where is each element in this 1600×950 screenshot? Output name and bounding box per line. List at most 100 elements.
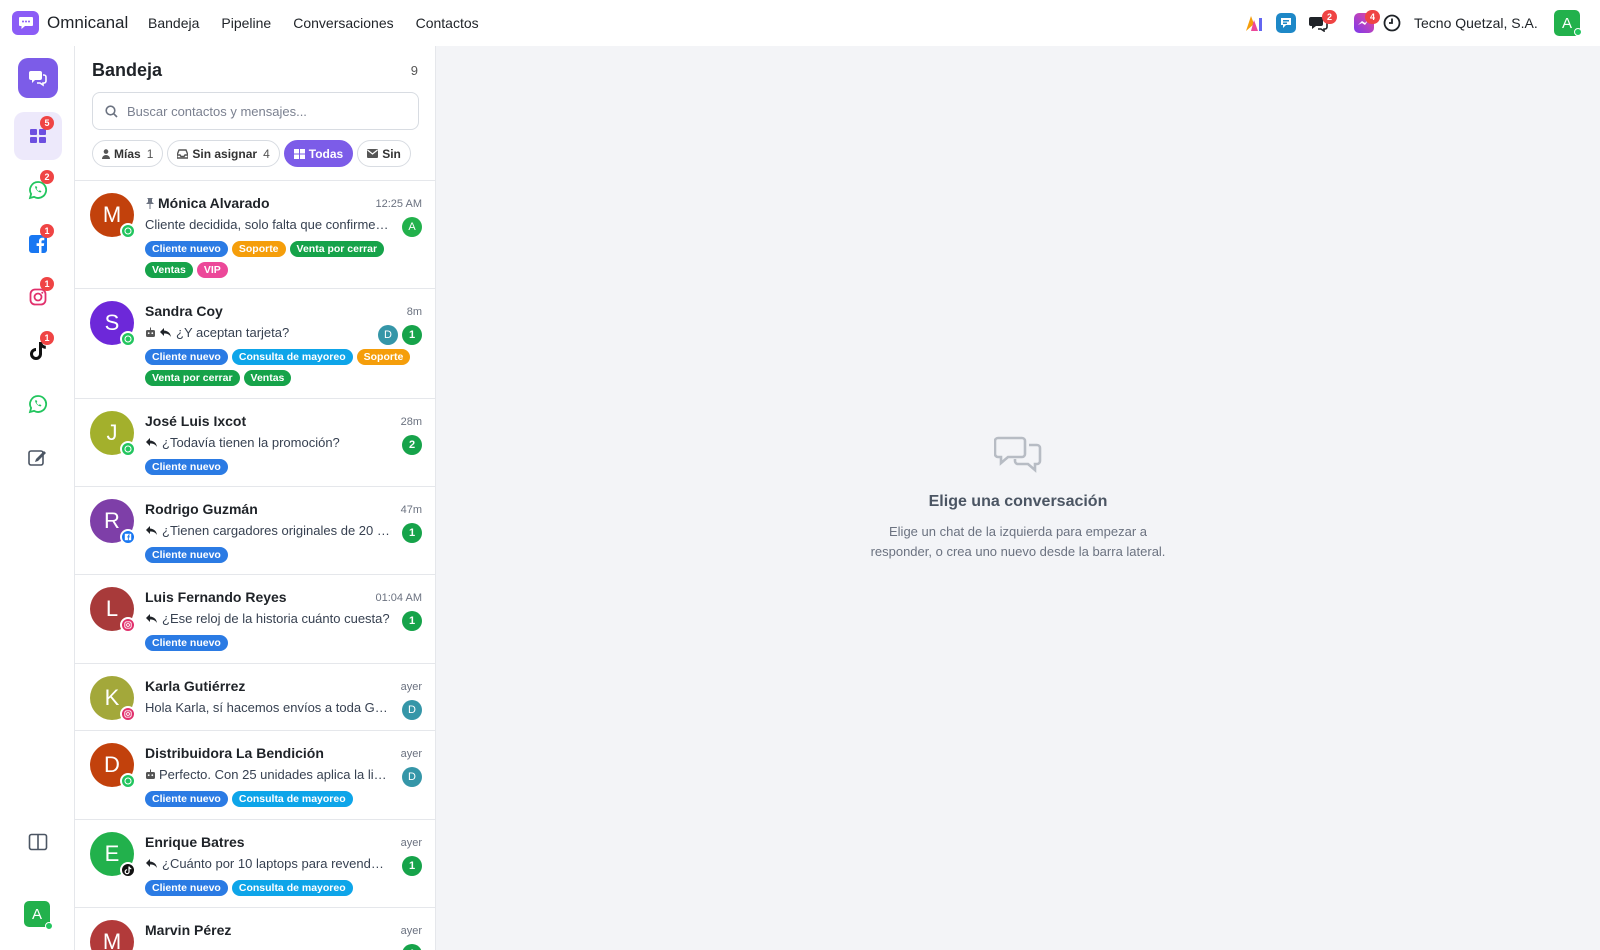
tag: Consulta de mayoreo bbox=[231, 349, 353, 365]
conversation-row[interactable]: L Luis Fernando Reyes 01:04 AM ¿Ese reloj d… bbox=[75, 575, 435, 664]
inbox-panel: Bandeja 9 Mías 1 Sin asignar 4 Todas Sin… bbox=[75, 46, 436, 950]
nav-conversaciones[interactable]: Conversaciones bbox=[293, 15, 393, 31]
rail-instagram[interactable]: 1 bbox=[14, 273, 62, 321]
tag: Consulta de mayoreo bbox=[231, 791, 353, 807]
rail-compose[interactable] bbox=[14, 433, 62, 481]
conversation-row[interactable]: S Sandra Coy 8m ¿Y aceptan tarjeta? 1 D Client… bbox=[75, 289, 435, 399]
filter-todas[interactable]: Todas bbox=[283, 140, 354, 167]
conversation-row[interactable]: M Marvin Pérez ayer 1 bbox=[75, 908, 435, 950]
grid-icon bbox=[293, 148, 305, 159]
nav-contactos[interactable]: Contactos bbox=[416, 15, 479, 31]
clock-icon[interactable] bbox=[1381, 12, 1403, 34]
contact-name: Distribuidora La Bendición bbox=[145, 745, 324, 761]
filter-count: 1 bbox=[146, 146, 154, 161]
filter-label: Sin asignar bbox=[192, 146, 258, 161]
message-preview: ¿Tienen cargadores originales de 20 W? bbox=[145, 523, 390, 538]
reply-icon bbox=[146, 614, 157, 623]
conversation-list: M Mónica Alvarado 12:25 AM Cliente decidida… bbox=[75, 181, 435, 950]
tag-list: Cliente nuevo Consulta de mayoreo Soporte V… bbox=[145, 349, 425, 386]
rail-inbox[interactable] bbox=[18, 58, 58, 98]
tag-list: Cliente nuevo Soporte Venta por cerrar Vent… bbox=[145, 241, 425, 278]
contact-avatar: M bbox=[90, 920, 134, 950]
top-bar: Omnicanal Bandeja Pipeline Conversacione… bbox=[0, 0, 1600, 46]
compose-icon bbox=[28, 450, 46, 466]
assignee-avatar: D bbox=[402, 767, 422, 787]
conversation-row[interactable]: R Rodrigo Guzmán 47m ¿Tienen cargadores ori… bbox=[75, 487, 435, 575]
tag: Cliente nuevo bbox=[145, 880, 228, 896]
filter-sin-asignar[interactable]: Sin asignar 4 bbox=[167, 140, 280, 167]
message-time: 12:25 AM bbox=[375, 198, 422, 210]
company-name[interactable]: Tecno Quetzal, S.A. bbox=[1414, 15, 1538, 31]
contact-name-text: Sandra Coy bbox=[145, 303, 223, 319]
tag: Cliente nuevo bbox=[145, 459, 228, 475]
rail-tiktok[interactable]: 1 bbox=[14, 327, 62, 375]
assignee-avatar: D bbox=[402, 700, 422, 720]
message-preview-text: Perfecto. Con 25 unidades aplica la list… bbox=[159, 767, 390, 782]
whatsapp-icon bbox=[120, 223, 136, 239]
message-preview-text: Hola Karla, sí hacemos envíos a toda Gua… bbox=[145, 700, 390, 715]
conversation-row[interactable]: J José Luis Ixcot 28m ¿Todavía tienen la pr… bbox=[75, 399, 435, 487]
message-preview-text: ¿Y aceptan tarjeta? bbox=[176, 325, 290, 340]
message-preview: ¿Cuánto por 10 laptops para revenderlas? bbox=[145, 856, 390, 871]
empty-state-title: Elige una conversación bbox=[928, 493, 1108, 510]
tag: VIP bbox=[196, 262, 228, 278]
tag-list: Cliente nuevo bbox=[145, 635, 425, 651]
tag: Venta por cerrar bbox=[145, 370, 240, 386]
conversation-row[interactable]: D Distribuidora La Bendición ayer Perfecto.… bbox=[75, 731, 435, 820]
contact-name: Mónica Alvarado bbox=[145, 195, 270, 211]
ai-icon[interactable] bbox=[1243, 12, 1265, 34]
search-input[interactable] bbox=[127, 103, 397, 119]
nav-pipeline[interactable]: Pipeline bbox=[221, 15, 271, 31]
bot-icon bbox=[146, 327, 155, 337]
columns-icon bbox=[28, 833, 48, 851]
chat-bubbles-icon bbox=[29, 71, 47, 87]
conversation-row[interactable]: E Enrique Batres ayer ¿Cuánto por 10 laptop… bbox=[75, 820, 435, 908]
tag: Soporte bbox=[356, 349, 411, 365]
message-time: ayer bbox=[400, 748, 422, 760]
unread-badge: 1 bbox=[402, 523, 422, 543]
rail-facebook-badge: 1 bbox=[40, 224, 54, 238]
inbox-count: 9 bbox=[410, 63, 418, 78]
channel-rail: 5 2 1 1 1 A bbox=[0, 46, 75, 950]
message-time: 47m bbox=[400, 504, 422, 516]
rail-instagram-badge: 1 bbox=[40, 277, 54, 291]
contact-name: Rodrigo Guzmán bbox=[145, 501, 258, 517]
rail-facebook[interactable]: 1 bbox=[14, 220, 62, 268]
message-time: 8m bbox=[406, 306, 422, 318]
empty-state-description: Elige un chat de la izquierda para empez… bbox=[436, 522, 1600, 562]
contact-name: Karla Gutiérrez bbox=[145, 678, 245, 694]
contact-name-text: Luis Fernando Reyes bbox=[145, 589, 287, 605]
nav-bandeja[interactable]: Bandeja bbox=[148, 15, 199, 31]
whatsapp-icon bbox=[120, 773, 136, 789]
tag: Cliente nuevo bbox=[145, 547, 228, 563]
inbox-title: Bandeja bbox=[92, 60, 163, 80]
tag: Venta por cerrar bbox=[289, 241, 385, 257]
message-time: ayer bbox=[400, 925, 422, 937]
tag-list: Cliente nuevo bbox=[145, 547, 425, 563]
tag: Consulta de mayoreo bbox=[231, 880, 353, 896]
tag-list: Cliente nuevo Consulta de mayoreo bbox=[145, 791, 425, 807]
contact-name: Marvin Pérez bbox=[145, 922, 231, 938]
filter-mias[interactable]: Mías 1 bbox=[92, 140, 164, 167]
comments-badge: 2 bbox=[1322, 10, 1337, 24]
message-preview: Cliente decidida, solo falta que confirm… bbox=[145, 217, 390, 232]
reply-icon bbox=[146, 526, 157, 535]
rail-whatsapp-2[interactable] bbox=[14, 380, 62, 428]
contact-name: Sandra Coy bbox=[145, 303, 223, 319]
conversation-row[interactable]: M Mónica Alvarado 12:25 AM Cliente decidida… bbox=[75, 181, 435, 289]
empty-chat-icon bbox=[994, 436, 1042, 473]
message-preview: ¿Y aceptan tarjeta? bbox=[145, 325, 390, 340]
tag: Ventas bbox=[243, 370, 292, 386]
filter-sin-leer[interactable]: Sin bbox=[357, 140, 411, 167]
filter-label: Sin bbox=[382, 146, 401, 161]
rail-whatsapp[interactable]: 2 bbox=[14, 166, 62, 214]
message-preview: Hola Karla, sí hacemos envíos a toda Gua… bbox=[145, 700, 390, 715]
whatsapp-icon bbox=[120, 441, 136, 457]
chat-widget-icon[interactable] bbox=[1275, 12, 1297, 34]
app-logo-icon[interactable] bbox=[12, 11, 39, 35]
rail-layout-toggle[interactable] bbox=[14, 818, 62, 866]
reply-icon bbox=[146, 859, 157, 868]
rail-all[interactable]: 5 bbox=[14, 112, 62, 160]
message-preview-text: ¿Ese reloj de la historia cuánto cuesta? bbox=[162, 611, 390, 626]
conversation-row[interactable]: K Karla Gutiérrez ayer Hola Karla, sí hacem… bbox=[75, 664, 435, 731]
